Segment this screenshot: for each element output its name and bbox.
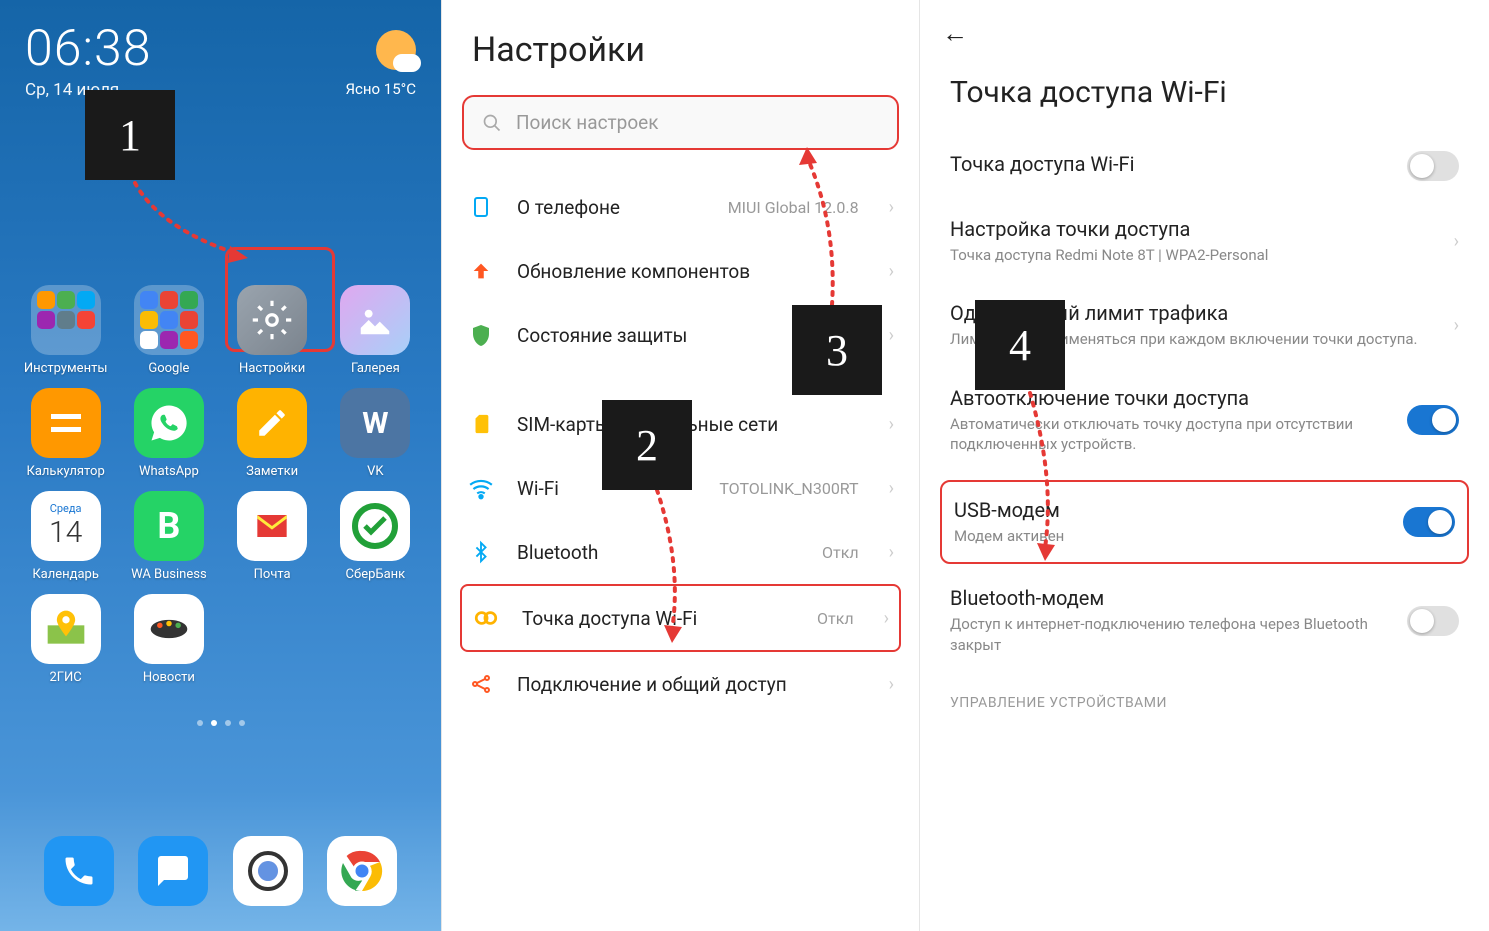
app-label: Почта (254, 567, 291, 582)
app-tools-folder[interactable]: Инструменты (18, 285, 113, 376)
hotspot-title: Точка доступа Wi-Fi (920, 67, 1489, 135)
app-label: 2ГИС (49, 670, 81, 685)
app-label: WA Business (131, 567, 207, 582)
camera-app[interactable] (233, 836, 303, 906)
app-label: Календарь (32, 567, 99, 582)
pencil-icon (237, 388, 307, 458)
phone-outline-icon (467, 193, 495, 221)
app-label: Настройки (239, 361, 305, 376)
sberbank-icon (340, 491, 410, 561)
gear-icon (237, 285, 307, 355)
messages-app[interactable] (138, 836, 208, 906)
toggle-hotspot[interactable] (1407, 151, 1459, 181)
settings-panel: Настройки Поиск настроек О телефоне MIUI… (441, 0, 919, 931)
calendar-num: 14 (49, 515, 82, 550)
weather-text: Ясно 15°C (345, 80, 416, 98)
home-screen-panel: 06:38 Ср, 14 июля Ясно 15°C 1 Инструмент… (0, 0, 441, 931)
app-label: Заметки (246, 464, 298, 479)
weather-widget[interactable]: Ясно 15°C (345, 30, 416, 98)
settings-title: Настройки (442, 0, 919, 85)
shield-icon (467, 321, 495, 349)
row-about-phone[interactable]: О телефоне MIUI Global 12.0.8 › (442, 175, 919, 239)
app-label: Инструменты (24, 361, 108, 376)
wifi-icon (467, 474, 495, 502)
chevron-right-icon: › (889, 478, 894, 499)
search-icon (482, 113, 502, 133)
app-mail[interactable]: Почта (225, 491, 320, 582)
sim-icon (467, 410, 495, 438)
arrow-step4 (1015, 388, 1075, 568)
chrome-app[interactable] (327, 836, 397, 906)
app-2gis[interactable]: 2ГИС (18, 594, 113, 685)
app-calendar[interactable]: Среда14 Календарь (18, 491, 113, 582)
app-sberbank[interactable]: СберБанк (328, 491, 423, 582)
step-2-badge: 2 (602, 400, 692, 490)
chevron-right-icon: › (889, 674, 894, 695)
back-button[interactable]: ← (920, 0, 1489, 67)
chevron-right-icon: › (889, 197, 894, 218)
app-label: СберБанк (346, 567, 406, 582)
image-icon (340, 285, 410, 355)
phone-app[interactable] (44, 836, 114, 906)
row-updates[interactable]: Обновление компонентов › (442, 239, 919, 303)
devices-section-label: УПРАВЛЕНИЕ УСТРОЙСТВАМИ (920, 675, 1489, 711)
whatsapp-icon (134, 388, 204, 458)
step-3-badge: 3 (792, 305, 882, 395)
arrow-up-icon (467, 257, 495, 285)
search-placeholder: Поиск настроек (516, 111, 659, 134)
arrow-step3 (787, 145, 847, 315)
step-1-badge: 1 (85, 90, 175, 180)
row-bt-modem[interactable]: Bluetooth-модемДоступ к интернет-подключ… (920, 570, 1489, 675)
arrow-step2 (642, 485, 702, 650)
calendar-icon: Среда14 (31, 491, 101, 561)
chevron-right-icon: › (889, 542, 894, 563)
whatsapp-business-icon: B (134, 491, 204, 561)
toggle-usb-modem[interactable] (1403, 507, 1455, 537)
chevron-right-icon: › (884, 608, 889, 629)
settings-search[interactable]: Поиск настроек (462, 95, 899, 150)
row-hotspot-config[interactable]: Настройка точки доступаТочка доступа Red… (920, 201, 1489, 285)
app-label: Google (148, 361, 189, 376)
app-settings[interactable]: Настройки (225, 285, 320, 376)
bluetooth-icon (467, 538, 495, 566)
app-google-folder[interactable]: Google (121, 285, 216, 376)
mail-icon (237, 491, 307, 561)
app-label: Калькулятор (26, 464, 104, 479)
chevron-right-icon: › (1454, 315, 1459, 336)
calculator-icon (31, 388, 101, 458)
row-hotspot-toggle[interactable]: Точка доступа Wi-Fi (920, 135, 1489, 201)
app-grid: Инструменты Google Настройки Галерея Кал… (0, 270, 441, 700)
dock (0, 836, 441, 906)
link-icon (472, 604, 500, 632)
page-indicator (0, 720, 441, 726)
hotspot-panel: ← Точка доступа Wi-Fi Точка доступа Wi-F… (919, 0, 1489, 931)
step-4-badge: 4 (975, 300, 1065, 390)
news-icon (134, 594, 204, 664)
toggle-auto-off[interactable] (1407, 405, 1459, 435)
row-sharing[interactable]: Подключение и общий доступ › (442, 652, 919, 716)
app-news[interactable]: Новости (121, 594, 216, 685)
app-vk[interactable]: W VK (328, 388, 423, 479)
app-gallery[interactable]: Галерея (328, 285, 423, 376)
app-label: VK (367, 464, 383, 479)
weather-sun-icon (376, 30, 416, 70)
calendar-day: Среда (50, 502, 82, 515)
map-pin-icon (31, 594, 101, 664)
app-calculator[interactable]: Калькулятор (18, 388, 113, 479)
chevron-right-icon: › (1454, 231, 1459, 252)
app-notes[interactable]: Заметки (225, 388, 320, 479)
chevron-right-icon: › (889, 261, 894, 282)
app-label: Новости (143, 670, 195, 685)
toggle-bt-modem[interactable] (1407, 606, 1459, 636)
app-whatsapp[interactable]: WhatsApp (121, 388, 216, 479)
app-wa-business[interactable]: B WA Business (121, 491, 216, 582)
chevron-right-icon: › (889, 325, 894, 346)
share-icon (467, 670, 495, 698)
app-label: WhatsApp (139, 464, 199, 479)
app-label: Галерея (351, 361, 400, 376)
arrow-step1 (130, 178, 250, 268)
vk-icon: W (340, 388, 410, 458)
chevron-right-icon: › (889, 414, 894, 435)
